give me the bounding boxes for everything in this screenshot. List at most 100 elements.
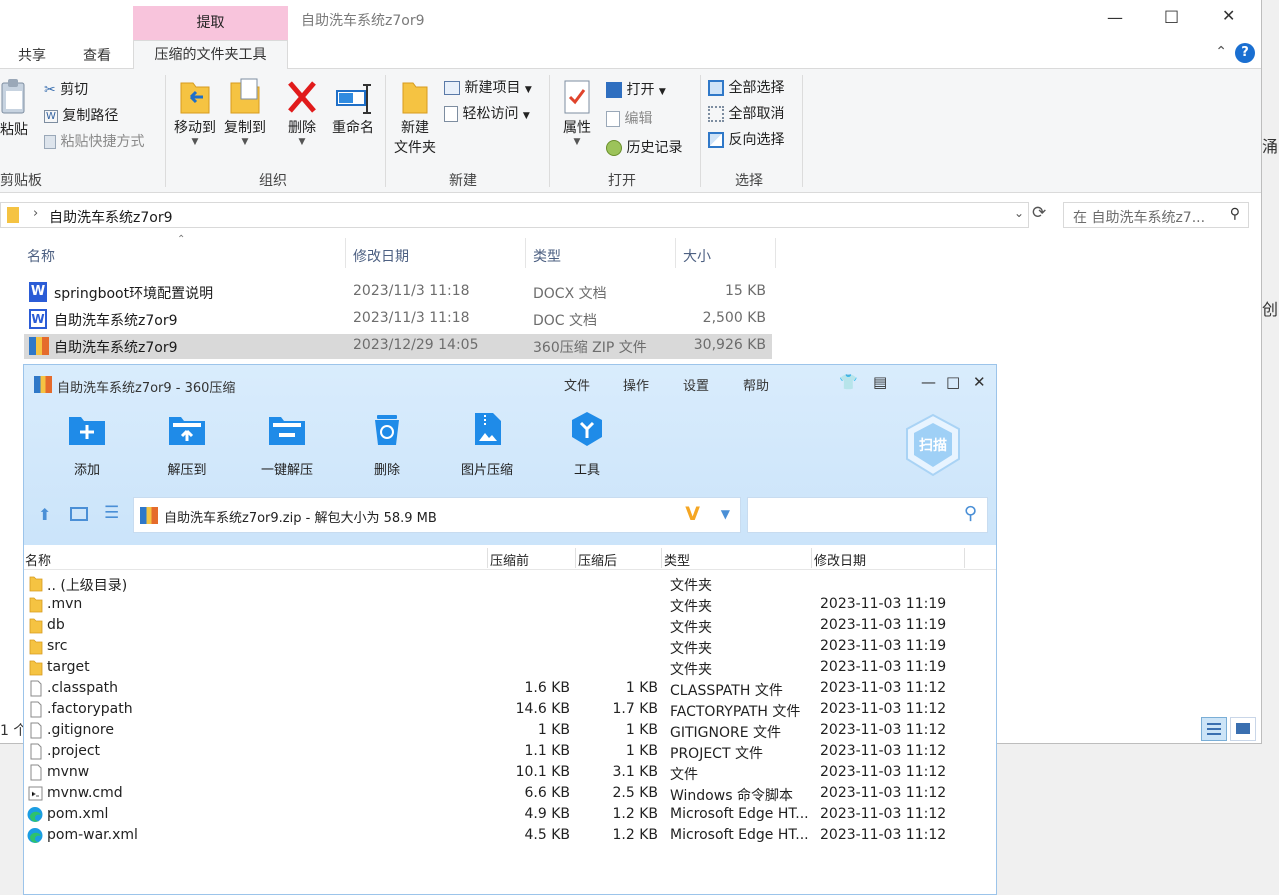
zip-row-date: 2023-11-03 11:12 bbox=[820, 785, 947, 801]
tool-add-button[interactable]: 添加 bbox=[42, 411, 132, 478]
zip-file-row[interactable]: mvnw 10.1 KB 3.1 KB 文件 2023-11-03 11:12 bbox=[24, 762, 996, 783]
tab-compressed-folder-tools[interactable]: 压缩的文件夹工具 bbox=[133, 40, 288, 70]
menu-help[interactable]: 帮助 bbox=[743, 375, 769, 394]
file-row-selected[interactable]: 自助洗车系统z7or9 2023/12/29 14:05 360压缩 ZIP 文… bbox=[24, 334, 772, 359]
zip-col-name[interactable]: 名称 bbox=[25, 550, 51, 569]
menu-file[interactable]: 文件 bbox=[564, 375, 590, 394]
tool-delete-button[interactable]: 删除 bbox=[342, 411, 432, 478]
search-input[interactable]: 在 自助洗车系统z7... ⚲ bbox=[1063, 202, 1249, 228]
feedback-icon[interactable]: ▤ bbox=[873, 373, 887, 391]
zip-path-bar[interactable]: 自助洗车系统z7or9.zip - 解包大小为 58.9 MB V ▼ bbox=[133, 497, 741, 533]
column-divider bbox=[575, 548, 576, 568]
zip-row-type: 文件夹 bbox=[670, 662, 712, 678]
details-list-icon bbox=[1207, 723, 1221, 735]
new-folder-button[interactable]: 新建 文件夹 bbox=[390, 77, 440, 157]
menu-settings[interactable]: 设置 bbox=[683, 375, 709, 394]
paste-button[interactable]: 粘贴 bbox=[0, 77, 28, 139]
zip-row-name: target bbox=[47, 659, 90, 675]
zip-search-input[interactable]: ⚲ bbox=[747, 497, 988, 533]
delete-button[interactable]: 删除 ▼ bbox=[282, 77, 322, 147]
folder-icon bbox=[7, 207, 19, 223]
zip-file-row[interactable]: pom-war.xml 4.5 KB 1.2 KB Microsoft Edge HT… bbox=[24, 825, 996, 846]
v-badge-icon[interactable]: V bbox=[685, 503, 700, 525]
properties-button[interactable]: 属性 ▼ bbox=[556, 77, 598, 147]
zip-file-row[interactable]: .project 1.1 KB 1 KB PROJECT 文件 2023-11-03 1… bbox=[24, 741, 996, 762]
zip-maximize-button[interactable]: □ bbox=[946, 373, 960, 391]
column-header-name[interactable]: 名称 bbox=[27, 246, 55, 266]
zip-col-before[interactable]: 压缩前 bbox=[490, 550, 529, 569]
column-header-size[interactable]: 大小 bbox=[683, 246, 711, 266]
zip-row-type: 文件夹 bbox=[670, 641, 712, 657]
zip-file-row[interactable]: db 文件夹 2023-11-03 11:19 bbox=[24, 615, 996, 636]
zip-file-row[interactable]: target 文件夹 2023-11-03 11:19 bbox=[24, 657, 996, 678]
zip-close-button[interactable]: ✕ bbox=[973, 373, 986, 391]
minimize-button[interactable]: — bbox=[1107, 8, 1123, 27]
collapse-ribbon-icon[interactable]: ⌃ bbox=[1215, 44, 1227, 60]
file-name: springboot环境配置说明 bbox=[54, 286, 214, 302]
skin-shirt-icon[interactable]: 👕 bbox=[839, 373, 858, 391]
thumbnail-view-icon[interactable] bbox=[70, 507, 88, 521]
zip-row-before: 1.6 KB bbox=[524, 680, 571, 696]
zip-col-after[interactable]: 压缩后 bbox=[578, 550, 617, 569]
zip-file-row[interactable]: .factorypath 14.6 KB 1.7 KB FACTORYPATH 文件 2… bbox=[24, 699, 996, 720]
paste-shortcut-icon bbox=[44, 135, 56, 149]
zip-row-before: 4.5 KB bbox=[524, 827, 571, 843]
copy-path-label: 复制路径 bbox=[62, 108, 119, 124]
maximize-button[interactable]: □ bbox=[1164, 6, 1179, 25]
chevron-down-icon[interactable]: ⌄ bbox=[1014, 206, 1024, 220]
zip-row-after: 2.5 KB bbox=[612, 785, 659, 801]
select-none-button[interactable]: 全部取消 bbox=[708, 103, 784, 123]
scan-button[interactable]: 扫描 bbox=[904, 413, 962, 477]
zip-file-row[interactable]: .. (上级目录) 文件夹 bbox=[24, 573, 996, 594]
dropdown-arrow-icon: ▼ bbox=[658, 87, 666, 97]
refresh-icon[interactable]: ⟳ bbox=[1032, 203, 1046, 223]
paste-shortcut-button[interactable]: 粘贴快捷方式 bbox=[44, 131, 144, 151]
dropdown-arrow-icon: ▼ bbox=[298, 137, 306, 147]
open-label: 打开 bbox=[626, 82, 655, 98]
zip-file-row[interactable]: .mvn 文件夹 2023-11-03 11:19 bbox=[24, 594, 996, 615]
column-header-type[interactable]: 类型 bbox=[533, 246, 561, 266]
tool-tools-button[interactable]: 工具 bbox=[542, 411, 632, 478]
menu-operation[interactable]: 操作 bbox=[623, 375, 649, 394]
tab-view[interactable]: 查看 bbox=[83, 45, 111, 65]
invert-selection-button[interactable]: 反向选择 bbox=[708, 129, 784, 149]
large-icons-view-icon[interactable] bbox=[1230, 717, 1256, 741]
new-item-button[interactable]: 新建项目 ▼ bbox=[444, 77, 532, 97]
tool-image-compress-button[interactable]: 图片压缩 bbox=[442, 411, 532, 478]
help-icon[interactable]: ? bbox=[1235, 43, 1255, 63]
close-button[interactable]: ✕ bbox=[1222, 6, 1235, 25]
select-all-button[interactable]: 全部选择 bbox=[708, 77, 784, 97]
details-view-icon[interactable] bbox=[1201, 717, 1227, 741]
zip-file-row[interactable]: pom.xml 4.9 KB 1.2 KB Microsoft Edge HT... 2… bbox=[24, 804, 996, 825]
zip-col-type[interactable]: 类型 bbox=[664, 550, 690, 569]
rename-button[interactable]: 重命名 bbox=[328, 77, 378, 137]
file-row[interactable]: W springboot环境配置说明 2023/11/3 11:18 DOCX … bbox=[24, 280, 772, 305]
edit-button[interactable]: 编辑 bbox=[606, 108, 652, 128]
ribbon: 粘贴 ✂ 剪切 W 复制路径 粘贴快捷方式 剪贴板 移动到 ▼ 复制到 ▼ 删除… bbox=[0, 69, 1261, 193]
address-bar[interactable]: › 自助洗车系统z7or9 ⌄ bbox=[0, 202, 1029, 228]
copy-path-button[interactable]: W 复制路径 bbox=[44, 105, 118, 125]
zip-col-date[interactable]: 修改日期 bbox=[814, 550, 866, 569]
move-to-button[interactable]: 移动到 ▼ bbox=[170, 77, 220, 147]
tool-delete-label: 删除 bbox=[373, 463, 400, 478]
tab-share[interactable]: 共享 bbox=[18, 45, 46, 65]
zip-file-row[interactable]: src 文件夹 2023-11-03 11:19 bbox=[24, 636, 996, 657]
file-row[interactable]: W 自助洗车系统z7or9 2023/11/3 11:18 DOC 文档 2,5… bbox=[24, 307, 772, 332]
history-button[interactable]: 历史记录 bbox=[606, 137, 682, 157]
open-button[interactable]: 打开 ▼ bbox=[606, 79, 666, 99]
tab-extract-context[interactable]: 提取 bbox=[133, 6, 288, 40]
list-view-icon[interactable]: ☰ bbox=[104, 503, 119, 523]
zip-file-row[interactable]: .gitignore 1 KB 1 KB GITIGNORE 文件 2023-11-03… bbox=[24, 720, 996, 741]
chevron-down-icon[interactable]: ▼ bbox=[721, 507, 730, 521]
file-icon bbox=[26, 701, 44, 718]
zip-file-row[interactable]: .classpath 1.6 KB 1 KB CLASSPATH 文件 2023-11-… bbox=[24, 678, 996, 699]
tool-extract-to-button[interactable]: 解压到 bbox=[142, 411, 232, 478]
tool-one-click-extract-button[interactable]: 一键解压 bbox=[242, 411, 332, 478]
easy-access-button[interactable]: 轻松访问 ▼ bbox=[444, 103, 530, 123]
cut-button[interactable]: ✂ 剪切 bbox=[44, 79, 88, 99]
zip-file-row[interactable]: mvnw.cmd 6.6 KB 2.5 KB Windows 命令脚本 2023-11-… bbox=[24, 783, 996, 804]
up-arrow-icon[interactable]: ⬆ bbox=[38, 505, 51, 524]
copy-to-button[interactable]: 复制到 ▼ bbox=[220, 77, 270, 147]
column-header-date[interactable]: 修改日期 bbox=[353, 246, 409, 266]
zip-minimize-button[interactable]: — bbox=[921, 373, 936, 391]
